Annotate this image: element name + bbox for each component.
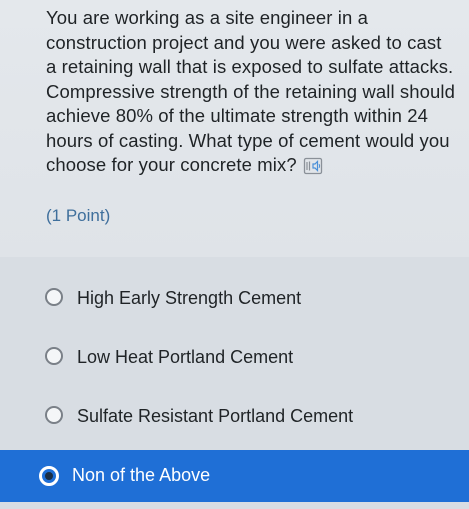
immersive-reader-icon[interactable] [303,157,323,175]
option-sulfate-resistant-portland-cement[interactable]: Sulfate Resistant Portland Cement [0,392,469,440]
question-text-content: You are working as a site engineer in a … [46,7,456,175]
option-label: Low Heat Portland Cement [77,347,294,367]
option-high-early-strength-cement[interactable]: High Early Strength Cement [0,274,469,322]
radio-button[interactable] [45,406,63,424]
option-label: Sulfate Resistant Portland Cement [77,406,354,426]
radio-button-selected[interactable] [39,466,59,486]
option-label: High Early Strength Cement [77,288,302,308]
radio-button[interactable] [45,288,63,306]
option-label: Non of the Above [72,465,211,485]
radio-button[interactable] [45,347,63,365]
points-label: (1 Point) [46,206,111,225]
option-low-heat-portland-cement[interactable]: Low Heat Portland Cement [0,333,469,381]
question-text: You are working as a site engineer in a … [46,6,456,178]
question-card: You are working as a site engineer in a … [0,0,469,257]
option-non-of-the-above[interactable]: Non of the Above [0,450,469,502]
